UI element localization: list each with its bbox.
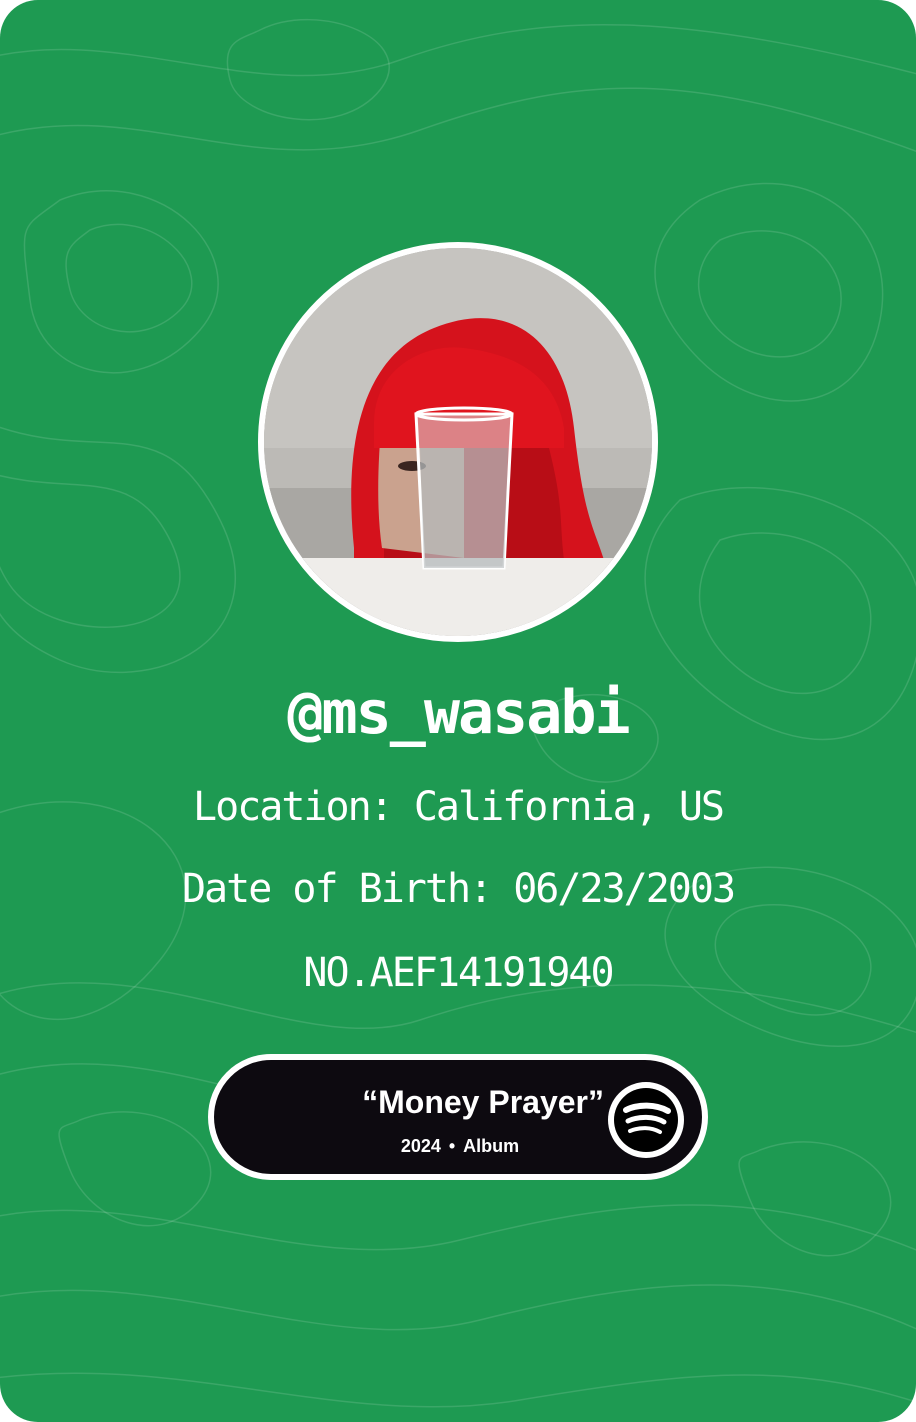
username: @ms_wasabi [287,678,630,748]
profile-photo [264,248,652,636]
meta-separator: • [448,1136,456,1156]
profile-card: @ms_wasabi Location: California, US Date… [0,0,916,1422]
music-player-pill[interactable]: “Money Prayer” 2024 • Album [208,1054,708,1180]
spotify-logo-icon[interactable] [608,1082,684,1158]
track-year: 2024 [400,1136,441,1156]
date-of-birth-text: Date of Birth: 06/23/2003 [181,866,736,912]
track-title: “Money Prayer” [362,1084,604,1120]
track-type: Album [463,1136,520,1156]
track-meta: 2024 • Album [390,1136,530,1157]
profile-avatar [258,242,658,642]
id-number-text: NO.AEF14191940 [303,950,614,996]
location-text: Location: California, US [193,784,725,830]
